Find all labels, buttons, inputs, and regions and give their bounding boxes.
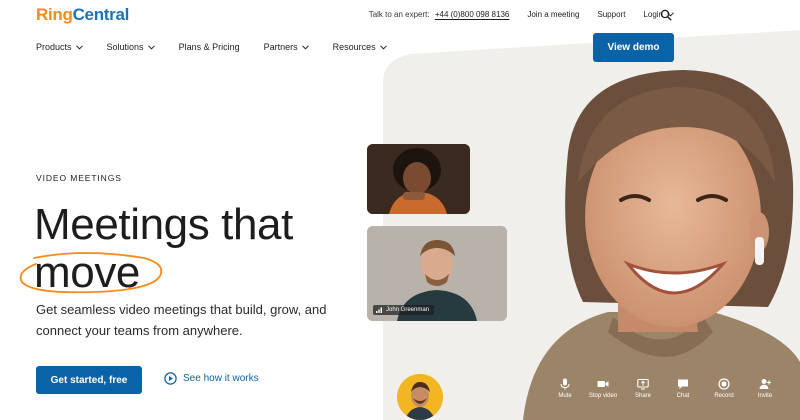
control-label: Stop video bbox=[588, 393, 618, 399]
control-label: Share bbox=[634, 393, 651, 399]
invite-person-icon bbox=[759, 379, 771, 389]
nav-item-partners[interactable]: Partners bbox=[264, 42, 309, 52]
chat-button[interactable]: Chat bbox=[663, 378, 703, 399]
nav-item-products[interactable]: Products bbox=[36, 42, 83, 52]
join-meeting-link[interactable]: Join a meeting bbox=[527, 10, 579, 19]
signal-strength-icon bbox=[376, 307, 382, 313]
see-how-it-works-link[interactable]: See how it works bbox=[164, 372, 259, 385]
participant-name-chip: John Greenman bbox=[373, 305, 435, 315]
chevron-down-icon bbox=[301, 44, 309, 50]
nav-item-label: Products bbox=[36, 42, 72, 52]
highlight-swoosh bbox=[19, 252, 163, 294]
get-started-button[interactable]: Get started, free bbox=[36, 366, 142, 394]
hero-eyebrow: VIDEO MEETINGS bbox=[36, 173, 122, 183]
chat-bubble-icon bbox=[678, 379, 688, 389]
control-label: Mute bbox=[558, 393, 572, 399]
meeting-controls: Mute Stop video Share Chat Record Invite bbox=[545, 378, 800, 412]
chevron-down-icon bbox=[379, 44, 387, 50]
participant-tile-3 bbox=[397, 374, 443, 420]
chevron-down-icon bbox=[75, 44, 83, 50]
record-icon bbox=[718, 378, 730, 390]
nav-item-resources[interactable]: Resources bbox=[333, 42, 387, 52]
participant-tile-1 bbox=[367, 144, 470, 214]
share-button[interactable]: Share bbox=[623, 378, 663, 399]
nav-item-solutions[interactable]: Solutions bbox=[107, 42, 155, 52]
logo-central-text: Central bbox=[72, 5, 130, 24]
ringcentral-logo[interactable]: RingCentral bbox=[36, 5, 129, 25]
video-camera-icon bbox=[597, 381, 609, 387]
utility-bar: Talk to an expert: +44 (0)800 098 8136 J… bbox=[369, 10, 674, 19]
nav-item-label: Partners bbox=[263, 42, 298, 52]
record-button[interactable]: Record bbox=[704, 378, 744, 399]
microphone-icon bbox=[560, 378, 570, 390]
control-label: Invite bbox=[757, 393, 773, 399]
invite-button[interactable]: Invite bbox=[745, 378, 785, 399]
main-nav: Products Solutions Plans & Pricing Partn… bbox=[36, 42, 411, 52]
support-link[interactable]: Support bbox=[597, 10, 625, 19]
chevron-down-icon bbox=[147, 44, 155, 50]
headline-line-1: Meetings that bbox=[34, 200, 293, 249]
nav-item-label: Resources bbox=[332, 42, 376, 52]
nav-item-plans-pricing[interactable]: Plans & Pricing bbox=[179, 42, 240, 52]
control-label: Chat bbox=[676, 393, 690, 399]
participant-name: John Greenman bbox=[386, 307, 430, 313]
expert-prefix: Talk to an expert: bbox=[368, 10, 430, 19]
see-how-it-works-label: See how it works bbox=[183, 373, 259, 384]
participant-video-3 bbox=[397, 374, 443, 420]
share-screen-icon bbox=[637, 378, 649, 390]
talk-to-expert: Talk to an expert: +44 (0)800 098 8136 bbox=[369, 10, 510, 19]
play-circle-icon bbox=[164, 372, 177, 385]
mute-button[interactable]: Mute bbox=[545, 378, 585, 399]
view-demo-button[interactable]: View demo bbox=[593, 33, 674, 62]
nav-item-label: Solutions bbox=[106, 42, 144, 52]
search-icon[interactable] bbox=[660, 9, 672, 21]
participant-video-1 bbox=[367, 144, 470, 214]
hero-subcopy: Get seamless video meetings that build, … bbox=[36, 302, 327, 338]
nav-item-label: Plans & Pricing bbox=[178, 42, 240, 52]
stop-video-button[interactable]: Stop video bbox=[583, 378, 623, 399]
logo-ring-text: Ring bbox=[36, 5, 73, 24]
expert-phone-link[interactable]: +44 (0)800 098 8136 bbox=[435, 10, 510, 19]
participant-tile-2: John Greenman bbox=[367, 226, 507, 321]
control-label: Record bbox=[714, 393, 734, 399]
